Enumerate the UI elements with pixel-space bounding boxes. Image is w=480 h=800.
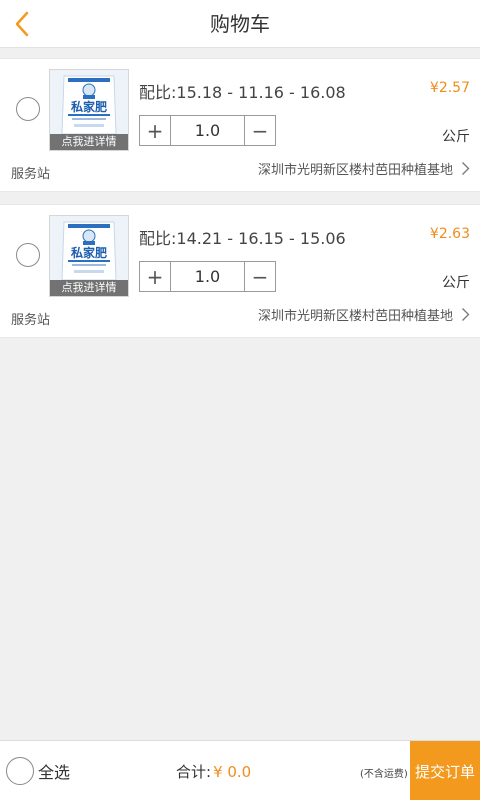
submit-order-button[interactable]: 提交订单: [410, 741, 480, 800]
station-location: 深圳市光明新区楼村芭田种植基地: [257, 163, 453, 178]
item-price: ¥2.57: [429, 80, 470, 96]
page-title: 购物车: [210, 12, 270, 36]
item-unit: 公斤: [442, 275, 470, 291]
select-all-toggle[interactable]: 全选: [6, 757, 70, 785]
station-location-link[interactable]: 深圳市光明新区楼村芭田种植基地: [258, 159, 470, 178]
chevron-right-icon: [462, 308, 470, 321]
station-label: 服务站: [11, 167, 51, 182]
select-all-radio[interactable]: [6, 757, 34, 785]
item-select-radio[interactable]: [16, 243, 40, 267]
increment-button[interactable]: +: [140, 262, 171, 291]
product-thumbnail[interactable]: 私家肥 点我进详情: [49, 69, 129, 151]
thumbnail-caption: 点我进详情: [50, 280, 128, 296]
chevron-right-icon: [462, 162, 470, 175]
decrement-button[interactable]: −: [244, 116, 275, 145]
chevron-left-icon: [15, 11, 29, 37]
shipping-note: (不含运费): [360, 769, 408, 780]
decrement-button[interactable]: −: [244, 262, 275, 291]
quantity-stepper: + 1.0 −: [139, 261, 276, 292]
select-all-label: 全选: [38, 763, 71, 782]
item-price: ¥2.63: [429, 226, 470, 242]
cart-item: 私家肥 点我进详情 配比:15.18 - 11.16 - 16.08 ¥2.57…: [0, 58, 480, 192]
increment-button[interactable]: +: [140, 116, 171, 145]
item-ratio: 配比:15.18 - 11.16 - 16.08: [139, 83, 346, 102]
total-amount: ¥ 0.0: [213, 763, 252, 781]
thumbnail-caption: 点我进详情: [50, 134, 128, 150]
cart-list: 私家肥 点我进详情 配比:15.18 - 11.16 - 16.08 ¥2.57…: [0, 58, 480, 350]
total-label: 合计:: [176, 763, 212, 781]
item-ratio: 配比:14.21 - 16.15 - 15.06: [139, 229, 346, 248]
back-button[interactable]: [0, 0, 44, 48]
cart-item: 私家肥 点我进详情 配比:14.21 - 16.15 - 15.06 ¥2.63…: [0, 204, 480, 338]
quantity-stepper: + 1.0 −: [139, 115, 276, 146]
product-brand: 私家肥: [70, 246, 107, 260]
quantity-input[interactable]: 1.0: [171, 262, 244, 291]
product-brand: 私家肥: [70, 100, 107, 114]
app-header: 购物车: [0, 0, 480, 48]
station-location-link[interactable]: 深圳市光明新区楼村芭田种植基地: [258, 305, 470, 324]
station-location: 深圳市光明新区楼村芭田种植基地: [257, 309, 453, 324]
quantity-input[interactable]: 1.0: [171, 116, 244, 145]
station-label: 服务站: [11, 313, 51, 328]
checkout-bar: 全选 合计: ¥ 0.0 (不含运费) 提交订单: [0, 740, 480, 800]
item-select-radio[interactable]: [16, 97, 40, 121]
item-unit: 公斤: [442, 129, 470, 145]
product-thumbnail[interactable]: 私家肥 点我进详情: [49, 215, 129, 297]
total-summary: 合计: ¥ 0.0: [176, 761, 251, 782]
